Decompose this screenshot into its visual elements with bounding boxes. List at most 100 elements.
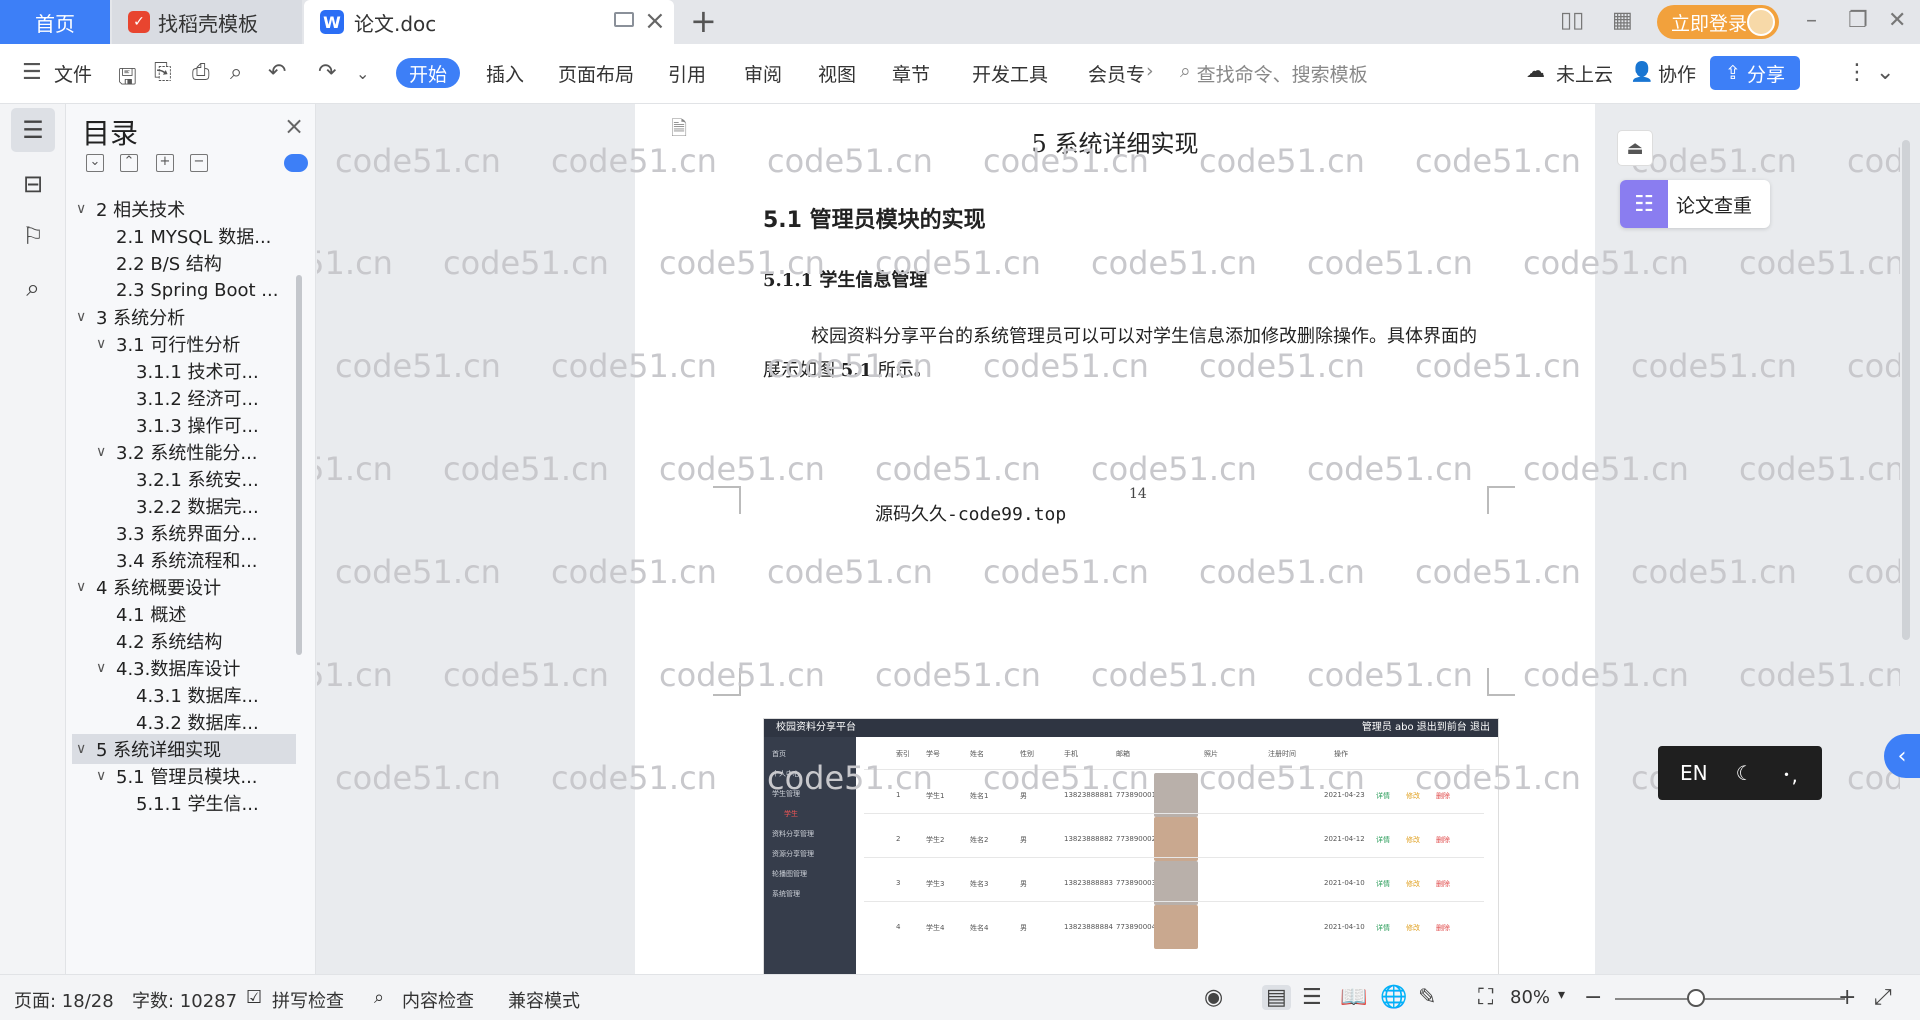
figure-action-link[interactable]: 详情	[1376, 791, 1390, 801]
tab-page-layout[interactable]: 页面布局	[558, 60, 634, 87]
toc-item[interactable]: ∨ 4 系统概要设计	[72, 572, 296, 602]
tab-insert[interactable]: 插入	[486, 60, 524, 87]
content-check[interactable]: 内容检查	[402, 987, 474, 1013]
zoom-level[interactable]: 80%	[1510, 987, 1550, 1008]
save-icon[interactable]: 🖫	[118, 60, 137, 98]
toc-item[interactable]: 2.2 B/S 结构	[72, 248, 296, 278]
figure-action-link[interactable]: 详情	[1376, 923, 1390, 933]
toc-item[interactable]: 3.2.2 数据完...	[72, 491, 296, 521]
minimize-icon[interactable]: –	[1806, 8, 1817, 33]
vertical-scrollbar[interactable]	[1896, 110, 1916, 970]
scrollbar-thumb[interactable]	[1902, 140, 1910, 640]
tab-start[interactable]: 开始	[396, 58, 460, 88]
tab-view[interactable]: 视图	[818, 60, 856, 87]
search-panel-icon[interactable]: ⌕	[11, 266, 55, 310]
toc-expand-icon[interactable]: ∨	[76, 579, 96, 595]
undo-icon[interactable]: ↶	[268, 60, 286, 85]
web-view-icon[interactable]: 🌐	[1380, 985, 1407, 1010]
close-window-icon[interactable]: ✕	[1888, 8, 1906, 33]
login-button[interactable]: 立即登录	[1657, 5, 1779, 39]
fit-page-icon[interactable]: ⛶	[1478, 985, 1493, 1010]
figure-action-link[interactable]: 删除	[1436, 879, 1450, 889]
toc-item[interactable]: 3.1.1 技术可...	[72, 356, 296, 386]
bookmark-icon[interactable]: ⚐	[11, 214, 55, 258]
zoom-slider[interactable]	[1615, 998, 1845, 1000]
tab-review[interactable]: 审阅	[744, 60, 782, 87]
figure-action-link[interactable]: 修改	[1406, 923, 1420, 933]
zoom-in-icon[interactable]: +	[1838, 985, 1856, 1010]
toc-item[interactable]: 3.3 系统界面分...	[72, 518, 296, 548]
command-search[interactable]: ⌕ 查找命令、搜索模板	[1180, 60, 1368, 87]
apps-grid-icon[interactable]: ▦	[1612, 8, 1633, 33]
toc-item[interactable]: ∨ 5 系统详细实现	[72, 734, 296, 764]
monitor-icon[interactable]	[614, 12, 634, 27]
paper-check-button[interactable]: ☷ 论文查重	[1620, 180, 1770, 228]
quick-access-dropdown-icon[interactable]: ⌄	[356, 64, 369, 83]
collab-button[interactable]: 协作	[1658, 60, 1696, 87]
figure-action-link[interactable]: 删除	[1436, 791, 1450, 801]
punctuation-icon[interactable]: ･,	[1782, 759, 1798, 788]
new-tab-button[interactable]: +	[690, 2, 717, 40]
toc-expand-icon[interactable]: ∨	[76, 741, 96, 757]
collapse-ribbon-icon[interactable]: ⌄	[1876, 60, 1894, 85]
menu-icon[interactable]: ☰	[22, 60, 42, 85]
zoom-slider-knob[interactable]	[1687, 989, 1705, 1007]
add-heading-icon[interactable]: +	[156, 154, 174, 172]
restore-icon[interactable]: ❐	[1848, 8, 1868, 33]
fullscreen-icon[interactable]: ⤢	[1874, 985, 1892, 1010]
figure-action-link[interactable]: 详情	[1376, 879, 1390, 889]
toc-item[interactable]: 4.2 系统结构	[72, 626, 296, 656]
toc-expand-icon[interactable]: ∨	[96, 768, 116, 784]
toc-scrollbar[interactable]	[296, 275, 302, 655]
reading-view-icon[interactable]: 📖	[1340, 985, 1367, 1010]
toc-item[interactable]: ∨ 3 系统分析	[72, 302, 296, 332]
toc-item[interactable]: 3.4 系统流程和...	[72, 545, 296, 575]
toc-item[interactable]: ∨ 3.2 系统性能分...	[72, 437, 296, 467]
tab-home[interactable]: 首页	[0, 0, 110, 44]
figure-action-link[interactable]: 详情	[1376, 835, 1390, 845]
word-count[interactable]: 字数: 10287	[132, 987, 237, 1013]
toc-toggle-icon[interactable]	[284, 154, 308, 172]
print-preview-icon[interactable]: ⌕	[230, 60, 242, 85]
spell-check-icon[interactable]: ☑	[246, 987, 262, 1008]
layout-toggle-icon[interactable]: ▯▯	[1560, 8, 1584, 33]
toc-close-icon[interactable]: ×	[284, 112, 304, 140]
toc-expand-icon[interactable]: ∨	[96, 336, 116, 352]
zoom-dropdown-icon[interactable]: ▾	[1558, 987, 1565, 1003]
collapse-all-icon[interactable]: ⌃	[120, 154, 138, 172]
toc-item[interactable]: 5.1.1 学生信...	[72, 788, 296, 818]
expand-all-icon[interactable]: ⌄	[86, 154, 104, 172]
remove-heading-icon[interactable]: −	[190, 154, 208, 172]
edit-view-icon[interactable]: ✎	[1418, 985, 1436, 1010]
cloud-status[interactable]: 未上云	[1556, 60, 1613, 87]
collapse-panel-icon[interactable]: ⏏	[1617, 130, 1653, 166]
chapter-nav-icon[interactable]: ⊟	[11, 162, 55, 206]
zoom-out-icon[interactable]: −	[1584, 985, 1602, 1010]
cloud-icon[interactable]: ☁	[1526, 60, 1545, 82]
share-button[interactable]: ⇪ 分享	[1710, 56, 1800, 90]
close-tab-icon[interactable]: ×	[644, 6, 666, 36]
page-indicator[interactable]: 页面: 18/28	[14, 987, 114, 1013]
toc-item[interactable]: 2.3 Spring Boot ...	[72, 275, 296, 305]
toc-item[interactable]: 4.3.2 数据库...	[72, 707, 296, 737]
eye-protection-icon[interactable]: ◉	[1204, 985, 1223, 1010]
spell-check[interactable]: 拼写检查	[272, 987, 344, 1013]
toc-item[interactable]: 3.2.1 系统安...	[72, 464, 296, 494]
more-tabs-icon[interactable]: ›	[1146, 60, 1154, 82]
figure-action-link[interactable]: 删除	[1436, 835, 1450, 845]
figure-action-link[interactable]: 修改	[1406, 791, 1420, 801]
page-view-icon[interactable]: ▤	[1262, 985, 1291, 1010]
figure-action-link[interactable]: 修改	[1406, 835, 1420, 845]
tab-document[interactable]: W 论文.doc ×	[304, 0, 674, 44]
redo-icon[interactable]: ↷	[318, 60, 336, 85]
export-icon[interactable]: ⎘	[154, 60, 172, 85]
toc-item[interactable]: ∨ 5.1 管理员模块...	[72, 761, 296, 791]
collab-icon[interactable]: 👤	[1630, 60, 1654, 83]
content-check-icon[interactable]: ⌕	[374, 987, 384, 1008]
toc-item[interactable]: 3.1.2 经济可...	[72, 383, 296, 413]
more-options-icon[interactable]: ⋮	[1846, 60, 1868, 85]
figure-screenshot[interactable]: 校园资料分享平台 管理员 abo 退出到前台 退出 首页 个人中心 学生管理 学生 资料分…	[763, 718, 1499, 974]
tab-references[interactable]: 引用	[668, 60, 706, 87]
figure-action-link[interactable]: 删除	[1436, 923, 1450, 933]
toc-expand-icon[interactable]: ∨	[76, 201, 96, 217]
